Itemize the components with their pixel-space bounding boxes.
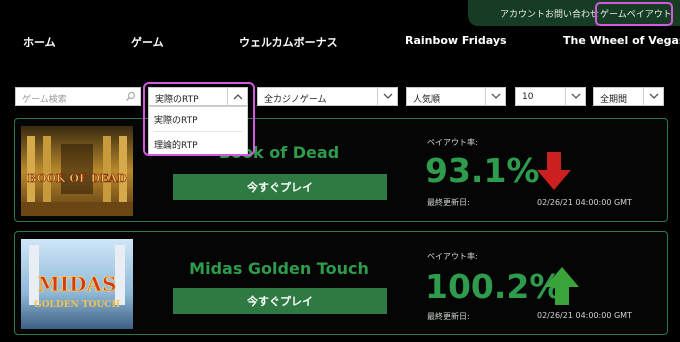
category-select[interactable]: 全カジノゲーム — [257, 87, 398, 106]
chevron-down-icon[interactable] — [377, 88, 397, 105]
game-card: BOOK OF DEAD Book of Dead 今すぐプレイ ペイアウト率:… — [14, 118, 668, 222]
chevron-down-icon[interactable] — [565, 88, 585, 105]
count-select[interactable]: 10 — [515, 87, 586, 106]
thumbnail-logo-subtext: GOLDEN TOUCH — [34, 300, 120, 310]
category-select-value: 全カジノゲーム — [264, 95, 327, 105]
account-contact-link[interactable]: アカウントお問い合わせ — [500, 7, 599, 20]
last-updated-label: 最終更新日: — [427, 198, 470, 207]
search-icon[interactable] — [125, 91, 136, 105]
play-now-button[interactable]: 今すぐプレイ — [173, 174, 387, 200]
period-select[interactable]: 全期間 — [593, 87, 664, 106]
trend-down-arrow-icon — [537, 152, 571, 194]
chevron-down-icon[interactable] — [643, 88, 663, 105]
rtp-highlight-box — [143, 82, 255, 156]
last-updated-time: 02/26/21 04:00:00 GMT — [537, 311, 632, 320]
game-card: MIDAS GOLDEN TOUCH Midas Golden Touch 今す… — [14, 231, 668, 335]
payout-rate-value: 93.1% — [425, 151, 540, 190]
period-select-value: 全期間 — [600, 95, 628, 105]
thumbnail-logo-text: MIDAS — [38, 272, 117, 296]
last-updated-label: 最終更新日: — [427, 312, 470, 321]
payout-highlight-box — [595, 2, 673, 26]
nav-wheel-of-vegas[interactable]: The Wheel of Vegas — [563, 34, 680, 47]
sort-select-value: 人気順 — [413, 95, 441, 105]
game-thumbnail[interactable]: MIDAS GOLDEN TOUCH — [21, 239, 133, 329]
search-input[interactable]: ゲーム検索 — [15, 87, 141, 106]
search-placeholder: ゲーム検索 — [22, 95, 67, 105]
thumbnail-logo-text: BOOK OF DEAD — [27, 172, 127, 185]
payout-rate-label: ペイアウト率: — [427, 138, 478, 147]
payout-rate-value: 100.2% — [425, 267, 563, 306]
game-thumbnail[interactable]: BOOK OF DEAD — [21, 126, 133, 216]
chevron-down-icon[interactable] — [485, 88, 505, 105]
nav-home[interactable]: ホーム — [23, 34, 56, 50]
count-select-value: 10 — [522, 92, 534, 102]
sort-select[interactable]: 人気順 — [406, 87, 506, 106]
payout-rate-label: ペイアウト率: — [427, 252, 478, 261]
nav-rainbow-fridays[interactable]: Rainbow Fridays — [405, 34, 507, 47]
nav-welcome-bonus[interactable]: ウェルカムボーナス — [239, 34, 338, 50]
last-updated-time: 02/26/21 04:00:00 GMT — [537, 198, 632, 207]
play-now-button[interactable]: 今すぐプレイ — [173, 288, 387, 314]
nav-games[interactable]: ゲーム — [131, 34, 164, 50]
game-title[interactable]: Midas Golden Touch — [149, 259, 409, 278]
trend-up-arrow-icon — [545, 267, 579, 309]
